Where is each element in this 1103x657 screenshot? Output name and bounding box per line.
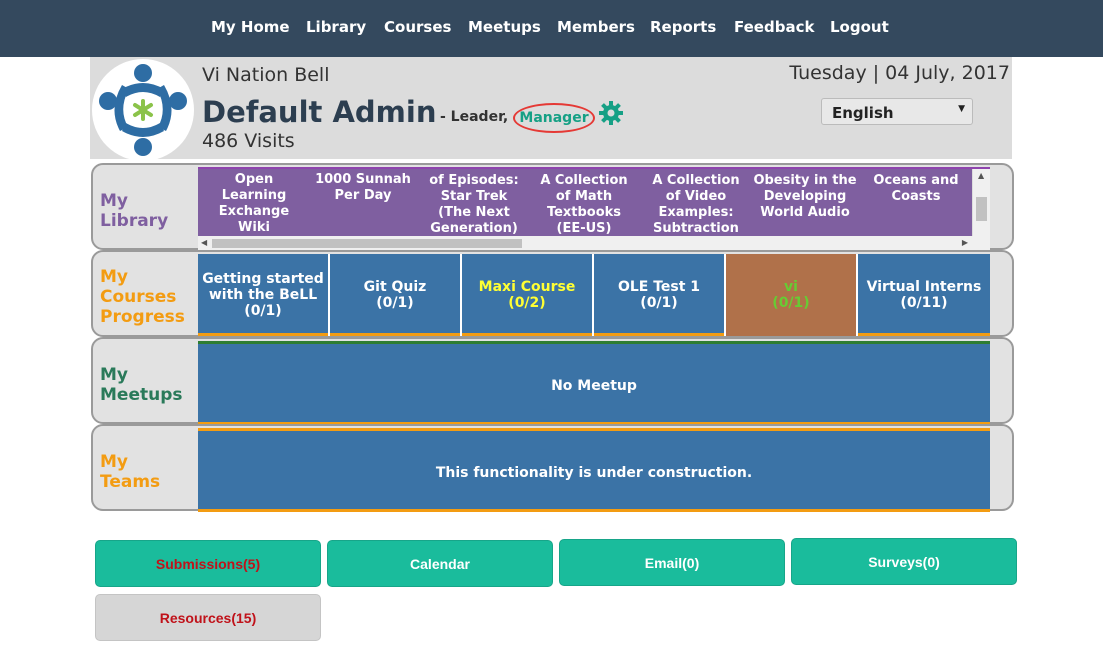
visit-count: 486 Visits <box>202 130 295 152</box>
library-item[interactable]: A Collection of Video Examples: Subtract… <box>644 173 748 237</box>
course-title: Virtual Interns <box>866 279 982 295</box>
calendar-button[interactable]: Calendar <box>327 540 553 587</box>
user-name: Default Admin <box>202 95 437 129</box>
course-title: Maxi Course <box>478 279 576 295</box>
submissions-button[interactable]: Submissions(5) <box>95 540 321 587</box>
top-navigation-bar: My Home Library Courses Meetups Members … <box>0 0 1103 57</box>
my-library-label: My Library <box>100 191 169 231</box>
under-construction-message: This functionality is under construction… <box>435 465 753 481</box>
scroll-thumb[interactable] <box>212 239 522 248</box>
course-tile[interactable]: Getting started with the BeLL (0/1) <box>198 254 330 336</box>
course-progress: (0/1) <box>772 295 810 311</box>
role-prefix: - Leader, <box>440 109 509 125</box>
library-item[interactable]: Open Learning Exchange Wiki <box>204 172 304 236</box>
course-title: OLE Test 1 <box>617 279 701 295</box>
my-meetups-label: My Meetups <box>100 365 183 405</box>
library-vertical-scrollbar[interactable]: ▲ <box>972 169 990 236</box>
email-button[interactable]: Email(0) <box>559 539 785 586</box>
nav-meetups[interactable]: Meetups <box>468 18 541 36</box>
language-value: English <box>832 104 894 122</box>
course-tile[interactable]: Git Quiz (0/1) <box>330 254 462 336</box>
library-item[interactable]: 1000 Sunnah Per Day <box>310 172 416 204</box>
course-progress: (0/1) <box>640 295 678 311</box>
course-progress: (0/1) <box>244 303 282 319</box>
my-meetups-row: My Meetups No Meetup <box>91 337 1014 425</box>
resources-button[interactable]: Resources(15) <box>95 594 321 641</box>
nav-library[interactable]: Library <box>306 18 366 36</box>
nav-reports[interactable]: Reports <box>650 18 716 36</box>
chevron-down-icon: ▼ <box>958 104 965 114</box>
library-item-strip: Open Learning Exchange Wiki 1000 Sunnah … <box>198 169 972 236</box>
nation-logo <box>92 59 194 161</box>
course-title: Getting started with the BeLL <box>202 271 324 303</box>
course-tile[interactable]: Maxi Course (0/2) <box>462 254 594 336</box>
language-select[interactable]: English ▼ <box>821 98 973 125</box>
course-progress: (0/11) <box>900 295 948 311</box>
nav-my-home[interactable]: My Home <box>211 18 290 36</box>
scroll-thumb[interactable] <box>976 197 987 221</box>
surveys-button[interactable]: Surveys(0) <box>791 538 1017 585</box>
course-progress-strip: Getting started with the BeLL (0/1) Git Q… <box>198 254 990 336</box>
course-tile[interactable]: OLE Test 1 (0/1) <box>594 254 726 336</box>
course-progress: (0/1) <box>376 295 414 311</box>
scroll-right-arrow-icon[interactable]: ▶ <box>962 238 968 247</box>
library-item[interactable]: of Episodes: Star Trek (The Next Generat… <box>424 173 524 237</box>
my-courses-progress-label: My Courses Progress <box>100 267 185 327</box>
nav-feedback[interactable]: Feedback <box>734 18 814 36</box>
my-courses-progress-row: My Courses Progress Getting started with… <box>91 250 1014 337</box>
my-teams-label: My Teams <box>100 452 161 492</box>
my-teams-row: My Teams This functionality is under con… <box>91 424 1014 512</box>
library-item[interactable]: Obesity in the Developing World Audio <box>750 173 860 221</box>
course-title: Git Quiz <box>363 279 427 295</box>
nav-members[interactable]: Members <box>557 18 635 36</box>
meetups-panel: No Meetup <box>198 341 990 425</box>
library-carousel: Open Learning Exchange Wiki 1000 Sunnah … <box>198 167 990 251</box>
course-tile[interactable]: vi (0/1) <box>726 254 858 336</box>
course-title: vi <box>784 279 798 295</box>
my-library-row: My Library Open Learning Exchange Wiki 1… <box>91 163 1014 251</box>
course-progress: (0/2) <box>508 295 546 311</box>
nation-name: Vi Nation Bell <box>202 64 330 86</box>
current-date: Tuesday | 04 July, 2017 <box>789 62 1010 84</box>
library-horizontal-scrollbar[interactable]: ◀ ▶ <box>198 236 990 250</box>
nav-courses[interactable]: Courses <box>384 18 451 36</box>
course-tile[interactable]: Virtual Interns (0/11) <box>858 254 990 336</box>
gear-icon[interactable] <box>598 100 624 126</box>
manager-role-link[interactable]: Manager <box>513 103 595 133</box>
scroll-up-arrow-icon[interactable]: ▲ <box>978 171 984 180</box>
library-item[interactable]: Oceans and Coasts <box>864 173 968 205</box>
library-item[interactable]: A Collection of Math Textbooks (EE-US) <box>534 173 634 237</box>
teams-panel: This functionality is under construction… <box>198 428 990 512</box>
scroll-left-arrow-icon[interactable]: ◀ <box>201 238 207 247</box>
profile-header: Vi Nation Bell Default Admin - Leader, M… <box>90 57 1012 161</box>
nav-logout[interactable]: Logout <box>830 18 889 36</box>
no-meetup-message: No Meetup <box>551 378 637 394</box>
